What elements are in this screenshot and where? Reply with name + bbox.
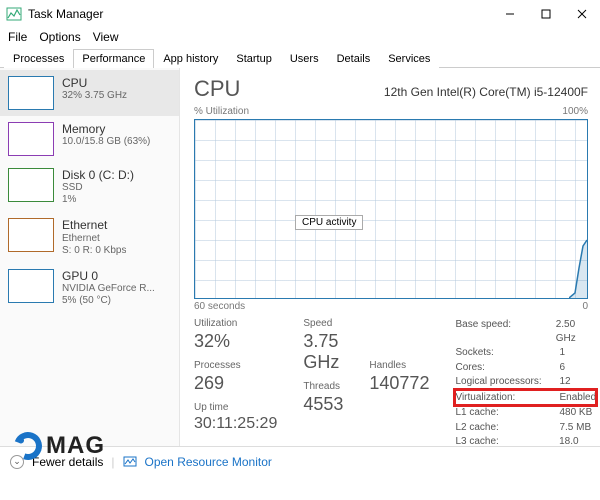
chart-xright: 0 <box>582 301 588 312</box>
sidebar-item-disk[interactable]: Disk 0 (C: D:) SSD 1% <box>0 162 179 212</box>
processes-value: 269 <box>194 373 277 394</box>
open-resource-monitor-link[interactable]: Open Resource Monitor <box>145 455 272 469</box>
spec-virt-k: Virtualization: <box>455 391 545 405</box>
spec-cores-k: Cores: <box>455 361 545 375</box>
window-title: Task Manager <box>28 7 492 21</box>
footer-separator: | <box>111 455 114 469</box>
chart-tooltip: CPU activity <box>295 215 363 230</box>
ethernet-thumbnail <box>8 218 54 252</box>
sidebar-gpu-sub2: 5% (50 °C) <box>62 295 155 307</box>
sidebar-disk-sub2: 1% <box>62 194 134 206</box>
spec-sockets-k: Sockets: <box>455 346 545 360</box>
minimize-button[interactable] <box>492 2 528 26</box>
spec-sockets-v: 1 <box>559 346 565 360</box>
sidebar-item-gpu[interactable]: GPU 0 NVIDIA GeForce R... 5% (50 °C) <box>0 263 179 313</box>
spec-base-speed-k: Base speed: <box>455 318 541 345</box>
tab-services[interactable]: Services <box>379 49 439 68</box>
logo-text: MAG <box>46 432 105 460</box>
sidebar-cpu-title: CPU <box>62 76 127 90</box>
tab-users[interactable]: Users <box>281 49 328 68</box>
memory-thumbnail <box>8 122 54 156</box>
sidebar-item-cpu[interactable]: CPU 32% 3.75 GHz <box>0 70 179 116</box>
sidebar-eth-title: Ethernet <box>62 218 126 232</box>
sidebar-memory-title: Memory <box>62 122 150 136</box>
utilization-value: 32% <box>194 331 277 352</box>
uptime-label: Up time <box>194 402 277 413</box>
close-button[interactable] <box>564 2 600 26</box>
threads-label: Threads <box>303 381 343 392</box>
watermark-logo: MAG <box>14 432 105 460</box>
spec-lp-v: 12 <box>559 375 570 389</box>
sidebar-disk-title: Disk 0 (C: D:) <box>62 168 134 182</box>
app-icon <box>6 6 22 22</box>
spec-virt-v: Enabled <box>559 391 596 405</box>
sidebar-item-ethernet[interactable]: Ethernet Ethernet S: 0 R: 0 Kbps <box>0 212 179 262</box>
sidebar: CPU 32% 3.75 GHz Memory 10.0/15.8 GB (63… <box>0 68 180 446</box>
sidebar-eth-sub1: Ethernet <box>62 233 126 245</box>
sidebar-cpu-sub: 32% 3.75 GHz <box>62 90 127 102</box>
spec-l1-v: 480 KB <box>559 406 592 420</box>
chart-xleft: 60 seconds <box>194 301 245 312</box>
menu-options[interactable]: Options <box>39 30 80 44</box>
chart-ymax: 100% <box>562 106 588 117</box>
spec-l2-k: L2 cache: <box>455 421 545 435</box>
sidebar-item-memory[interactable]: Memory 10.0/15.8 GB (63%) <box>0 116 179 162</box>
disk-thumbnail <box>8 168 54 202</box>
tab-startup[interactable]: Startup <box>227 49 280 68</box>
chart-ylabel: % Utilization <box>194 106 249 117</box>
processes-label: Processes <box>194 360 277 371</box>
spec-base-speed-v: 2.50 GHz <box>556 318 596 345</box>
uptime-value: 30:11:25:29 <box>194 415 277 433</box>
sidebar-gpu-title: GPU 0 <box>62 269 155 283</box>
menu-view[interactable]: View <box>93 30 119 44</box>
spec-l3-k: L3 cache: <box>455 435 545 446</box>
cpu-thumbnail <box>8 76 54 110</box>
logo-icon <box>9 427 46 464</box>
detail-model: 12th Gen Intel(R) Core(TM) i5-12400F <box>384 85 588 99</box>
tab-performance[interactable]: Performance <box>73 49 154 68</box>
gpu-thumbnail <box>8 269 54 303</box>
speed-label: Speed <box>303 318 343 329</box>
sidebar-disk-sub1: SSD <box>62 182 134 194</box>
spec-cores-v: 6 <box>559 361 565 375</box>
handles-value: 140772 <box>369 373 429 394</box>
sidebar-gpu-sub1: NVIDIA GeForce R... <box>62 283 155 295</box>
cpu-chart: CPU activity <box>194 119 588 299</box>
tab-app-history[interactable]: App history <box>154 49 227 68</box>
virtualization-row: Virtualization: Enabled <box>455 390 596 406</box>
threads-value: 4553 <box>303 394 343 415</box>
tab-details[interactable]: Details <box>328 49 380 68</box>
sidebar-memory-sub: 10.0/15.8 GB (63%) <box>62 136 150 148</box>
menu-file[interactable]: File <box>8 30 27 44</box>
spec-l1-k: L1 cache: <box>455 406 545 420</box>
sidebar-eth-sub2: S: 0 R: 0 Kbps <box>62 245 126 257</box>
spec-lp-k: Logical processors: <box>455 375 545 389</box>
handles-label: Handles <box>369 360 429 371</box>
maximize-button[interactable] <box>528 2 564 26</box>
spec-l2-v: 7.5 MB <box>559 421 591 435</box>
spec-l3-v: 18.0 MB <box>559 435 596 446</box>
utilization-label: Utilization <box>194 318 277 329</box>
speed-value: 3.75 GHz <box>303 331 343 373</box>
tab-processes[interactable]: Processes <box>4 49 73 68</box>
monitor-icon[interactable] <box>123 455 137 469</box>
detail-title: CPU <box>194 76 240 102</box>
